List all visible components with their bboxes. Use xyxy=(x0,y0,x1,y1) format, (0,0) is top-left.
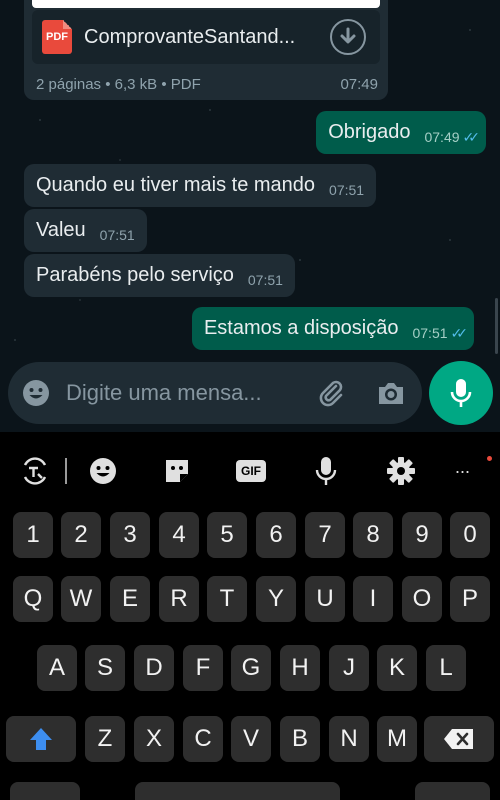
more-icon[interactable]: ··· xyxy=(445,454,479,488)
shift-arrow-icon xyxy=(30,728,52,750)
chat-area: PDF ComprovanteSantand... 2 páginas • 6,… xyxy=(0,0,500,432)
key-r[interactable]: R xyxy=(159,576,199,622)
message-text: Quando eu tiver mais te mando xyxy=(36,174,316,196)
camera-icon[interactable] xyxy=(376,379,406,407)
key-3[interactable]: 3 xyxy=(110,512,150,558)
sticker-icon xyxy=(166,460,188,482)
key-d[interactable]: D xyxy=(134,645,174,691)
gif-button[interactable]: GIF xyxy=(234,454,268,488)
message-bubble-incoming[interactable]: Valeu 07:51 xyxy=(24,209,147,252)
document-preview xyxy=(32,0,380,8)
backspace-key[interactable] xyxy=(424,716,494,762)
message-time: 07:49 xyxy=(340,76,378,93)
key-u[interactable]: U xyxy=(305,576,345,622)
key-m[interactable]: M xyxy=(377,716,417,762)
key-y[interactable]: Y xyxy=(256,576,296,622)
space-key[interactable] xyxy=(135,782,340,800)
message-text: Valeu xyxy=(36,219,86,241)
message-time: 07:51 xyxy=(412,325,448,341)
key-h[interactable]: H xyxy=(280,645,320,691)
emoji-icon[interactable] xyxy=(22,379,50,407)
message-time: 07:51 xyxy=(99,227,135,243)
message-text: Obrigado xyxy=(328,121,411,143)
notification-dot xyxy=(487,456,492,461)
pdf-icon: PDF xyxy=(42,20,72,54)
key-w[interactable]: W xyxy=(61,576,101,622)
message-bubble-outgoing[interactable]: Obrigado 07:49 ✓✓ xyxy=(316,111,486,154)
scrollbar[interactable] xyxy=(495,298,498,354)
document-message[interactable]: PDF ComprovanteSantand... 2 páginas • 6,… xyxy=(24,0,388,100)
key-b[interactable]: B xyxy=(280,716,320,762)
document-file-row[interactable]: PDF ComprovanteSantand... xyxy=(32,10,380,64)
toolbar-divider xyxy=(65,458,67,484)
key-2[interactable]: 2 xyxy=(61,512,101,558)
key-v[interactable]: V xyxy=(231,716,271,762)
message-input[interactable] xyxy=(66,376,306,410)
translate-icon xyxy=(23,457,47,485)
microphone-icon xyxy=(315,457,337,485)
keyboard-toolbar: GIF ··· xyxy=(0,432,500,512)
key-l[interactable]: L xyxy=(426,645,466,691)
message-text: Estamos a disposição xyxy=(203,317,399,339)
key-7[interactable]: 7 xyxy=(305,512,345,558)
attach-icon[interactable] xyxy=(316,378,346,408)
key-j[interactable]: J xyxy=(329,645,369,691)
key-8[interactable]: 8 xyxy=(353,512,393,558)
key-o[interactable]: O xyxy=(402,576,442,622)
message-bubble-outgoing[interactable]: Estamos a disposição 07:51 ✓✓ xyxy=(191,307,474,350)
key-k[interactable]: K xyxy=(377,645,417,691)
download-icon xyxy=(340,27,356,44)
key-4[interactable]: 4 xyxy=(159,512,199,558)
symbols-key[interactable] xyxy=(10,782,80,800)
key-6[interactable]: 6 xyxy=(256,512,296,558)
translate-icon[interactable] xyxy=(18,454,52,488)
settings-icon[interactable] xyxy=(384,454,418,488)
more-label: ··· xyxy=(454,460,471,481)
key-n[interactable]: N xyxy=(329,716,369,762)
key-s[interactable]: S xyxy=(85,645,125,691)
voice-message-button[interactable] xyxy=(429,361,493,425)
document-meta: 2 páginas • 6,3 kB • PDF xyxy=(36,76,201,93)
key-1[interactable]: 1 xyxy=(13,512,53,558)
key-p[interactable]: P xyxy=(450,576,490,622)
key-0[interactable]: 0 xyxy=(450,512,490,558)
read-ticks-icon: ✓✓ xyxy=(450,325,469,341)
microphone-icon xyxy=(450,379,472,407)
key-x[interactable]: X xyxy=(134,716,174,762)
key-5[interactable]: 5 xyxy=(207,512,247,558)
voice-input-icon[interactable] xyxy=(309,454,343,488)
key-g[interactable]: G xyxy=(231,645,271,691)
key-q[interactable]: Q xyxy=(13,576,53,622)
message-bubble-incoming[interactable]: Quando eu tiver mais te mando 07:51 xyxy=(24,164,377,207)
gif-label: GIF xyxy=(236,460,266,482)
message-time: 07:51 xyxy=(329,182,365,198)
key-f[interactable]: F xyxy=(183,645,223,691)
document-file-name: ComprovanteSantand... xyxy=(84,26,296,48)
message-composer xyxy=(8,362,422,424)
key-9[interactable]: 9 xyxy=(402,512,442,558)
message-bubble-incoming[interactable]: Parabéns pelo serviço 07:51 xyxy=(24,254,295,297)
sticker-icon[interactable] xyxy=(160,454,194,488)
key-a[interactable]: A xyxy=(37,645,77,691)
download-button[interactable] xyxy=(330,19,366,55)
key-z[interactable]: Z xyxy=(85,716,125,762)
message-time: 07:51 xyxy=(247,272,283,288)
key-e[interactable]: E xyxy=(110,576,150,622)
enter-key[interactable] xyxy=(415,782,490,800)
read-ticks-icon: ✓✓ xyxy=(462,129,481,145)
backspace-icon xyxy=(444,729,473,749)
shift-key[interactable] xyxy=(6,716,76,762)
key-c[interactable]: C xyxy=(183,716,223,762)
emoji-icon xyxy=(90,458,116,484)
message-text: Parabéns pelo serviço xyxy=(36,264,234,286)
key-t[interactable]: T xyxy=(207,576,247,622)
key-i[interactable]: I xyxy=(353,576,393,622)
on-screen-keyboard: G I F ··· 1 2 3 4 5 6 7 8 9 0 Q W E R T Y … xyxy=(0,432,500,800)
message-time: 07:49 xyxy=(424,129,460,145)
gear-icon xyxy=(387,457,415,485)
emoji-keyboard-icon[interactable] xyxy=(86,454,120,488)
